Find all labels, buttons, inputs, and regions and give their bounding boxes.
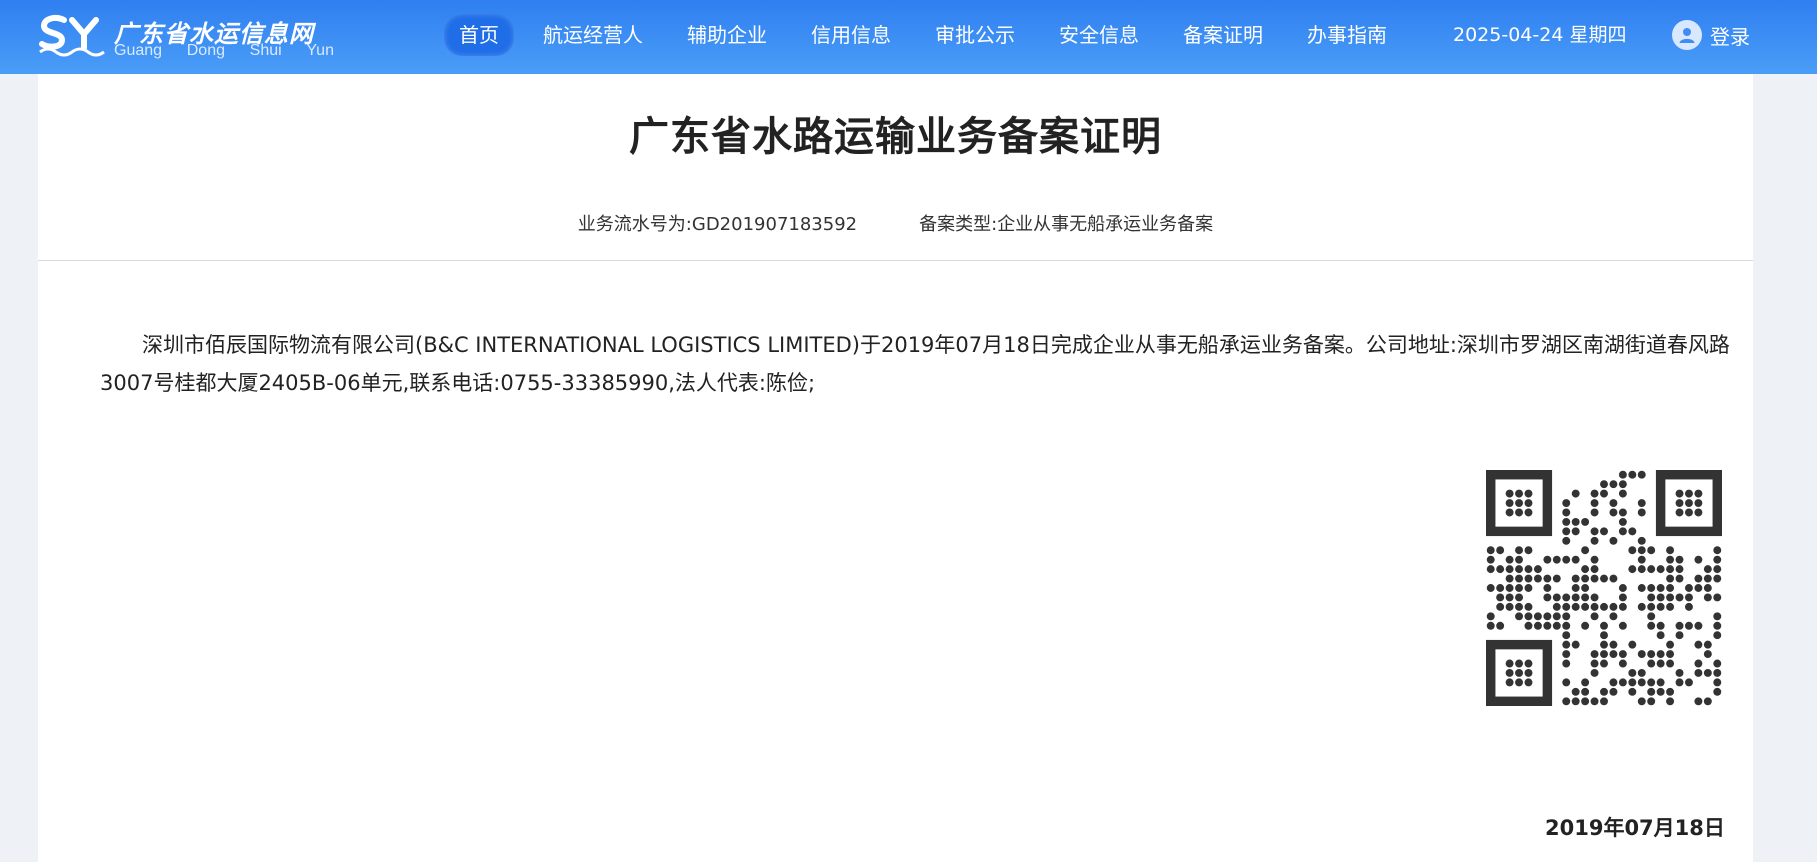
logo-mark-icon [39, 15, 105, 57]
qr-code-icon [1485, 469, 1722, 706]
logo-sub-word: Guang [114, 42, 163, 59]
site-logo[interactable]: 广东省水运信息网 Guang Dong Shui Yun [38, 12, 338, 64]
filing-type-label: 备案类型: [919, 214, 998, 235]
nav-item-credit-info[interactable]: 信用信息 [796, 14, 906, 56]
serial-label: 业务流水号为: [577, 214, 692, 235]
certificate-date: 2019年07月18日 [1545, 816, 1725, 840]
certificate-body-text: 深圳市佰辰国际物流有限公司(B&C INTERNATIONAL LOGISTIC… [100, 333, 1730, 395]
nav-item-shipping-operators[interactable]: 航运经营人 [528, 14, 658, 56]
logo-sub-word: Dong [186, 42, 225, 59]
divider [38, 260, 1753, 261]
serial-number: 业务流水号为:GD201907183592 [578, 210, 857, 236]
nav-item-service-guide[interactable]: 办事指南 [1292, 14, 1402, 56]
nav-item-auxiliary-companies[interactable]: 辅助企业 [672, 14, 782, 56]
nav-item-home[interactable]: 首页 [444, 14, 514, 56]
logo-sub-word: Shui [249, 42, 282, 59]
nav-item-approval-notices[interactable]: 审批公示 [920, 14, 1030, 56]
user-icon [1672, 20, 1702, 50]
login-button[interactable]: 登录 [1672, 18, 1750, 52]
page-title: 广东省水路运输业务备案证明 [629, 114, 1162, 160]
logo-subtitle: Guang Dong Shui Yun [114, 42, 334, 60]
filing-type-value: 企业从事无船承运业务备案 [997, 214, 1214, 235]
certificate-card: 广东省水路运输业务备案证明 业务流水号为:GD201907183592 备案类型… [38, 74, 1753, 862]
main-nav: 首页 航运经营人 辅助企业 信用信息 审批公示 安全信息 备案证明 办事指南 [444, 14, 1416, 56]
nav-item-safety-info[interactable]: 安全信息 [1044, 14, 1154, 56]
filing-type: 备案类型:企业从事无船承运业务备案 [919, 210, 1213, 236]
current-date: 2025-04-24 星期四 [1453, 24, 1627, 46]
logo-sub-word: Yun [306, 42, 334, 59]
certificate-meta: 业务流水号为:GD201907183592 备案类型:企业从事无船承运业务备案 [38, 210, 1753, 236]
top-navigation-bar: 广东省水运信息网 Guang Dong Shui Yun 首页 航运经营人 辅助… [0, 0, 1817, 74]
serial-value: GD201907183592 [691, 214, 858, 235]
login-label: 登录 [1710, 24, 1750, 49]
nav-item-filing-certificates[interactable]: 备案证明 [1168, 14, 1278, 56]
